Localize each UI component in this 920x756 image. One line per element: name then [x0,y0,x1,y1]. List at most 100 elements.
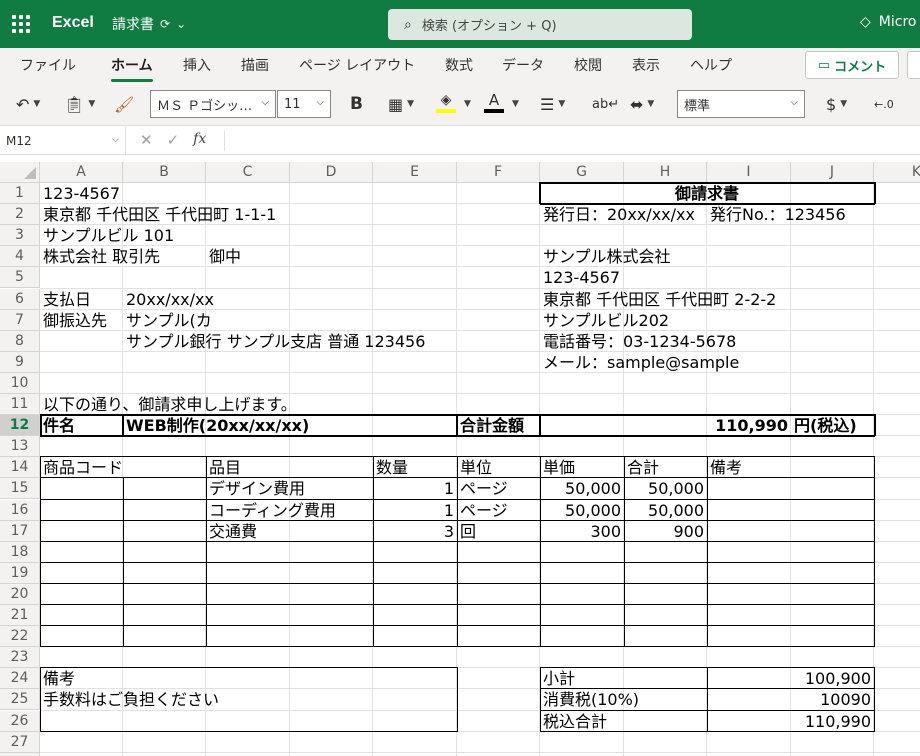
cell-j12[interactable]: 円(税込) [794,416,857,436]
cell-a6[interactable]: 支払日 [43,290,91,310]
merge-button[interactable]: ⬌ ▼ [630,92,654,116]
paste-button[interactable]: 📋︎ ▼ [64,92,95,116]
search-box[interactable]: ⌕ 検索 (オプション + Q) [388,9,692,40]
column-header-a[interactable]: A [40,162,123,183]
number-format-dropdown[interactable]: 標準 ⌵ [677,90,805,118]
cell-a3[interactable]: サンプルビル 101 [43,226,174,246]
comment-button[interactable]: ▭ コメント [805,51,899,79]
tab-4[interactable]: 描画 [241,55,269,75]
column-header-d[interactable]: D [290,162,373,183]
row-header-10[interactable]: 10 [0,372,40,394]
fill-color-button[interactable]: ◈ [436,92,456,116]
cell-g6[interactable]: 東京都 千代田区 千代田町 2-2-2 [543,290,776,310]
document-name[interactable]: 請求書 ⟳ ⌄ [112,14,186,34]
select-all-corner[interactable] [0,162,40,183]
cell-g1[interactable]: 御請求書 [540,184,874,204]
row-header-4[interactable]: 4 [0,246,40,268]
row-header-24[interactable]: 24 [0,668,40,690]
cell-a24[interactable]: 備考 [43,669,75,689]
cell-j25[interactable]: 10090 [671,690,871,710]
row-header-2[interactable]: 2 [0,204,40,226]
row-header-12[interactable]: 12 [0,415,40,437]
cell-a11[interactable]: 以下の通り、御請求申し上げます。 [43,395,297,415]
cell-g2[interactable]: 発行日：20xx/xx/xx [543,205,695,225]
cell-a12[interactable]: 件名 [43,416,75,436]
cell-b8[interactable]: サンプル銀行 サンプル支店 普通 123456 [126,332,425,352]
check-icon[interactable]: ✓ [167,131,180,149]
row-header-8[interactable]: 8 [0,330,40,352]
font-color-button[interactable]: A [484,92,504,116]
share-button[interactable] [907,51,920,79]
tab-2[interactable]: ホーム [111,55,153,82]
cell-g25[interactable]: 消費税(10%) [543,690,639,710]
font-name-dropdown[interactable]: ＭＳ Ｐゴシッ… ⌵ [150,90,276,118]
cancel-icon[interactable]: ✕ [140,131,153,149]
fill-color-dropdown[interactable]: ▼ [460,92,471,116]
row-header-21[interactable]: 21 [0,605,40,627]
column-header-g[interactable]: G [540,162,624,183]
row-header-14[interactable]: 14 [0,457,40,479]
name-box[interactable]: M12 ⌵ [0,127,126,155]
cell-i2[interactable]: 発行No.：123456 [710,205,846,225]
cell-h17[interactable]: 900 [504,522,704,542]
cell-g7[interactable]: サンプルビル202 [543,311,669,331]
tab-3[interactable]: 挿入 [183,55,211,75]
borders-button[interactable]: ▦ ▼ [388,92,414,116]
row-header-25[interactable]: 25 [0,689,40,711]
cell-g8[interactable]: 電話番号：03-1234-5678 [543,332,736,352]
cell-a2[interactable]: 東京都 千代田区 千代田町 1-1-1 [43,205,276,225]
cell-a14[interactable]: 商品コード [43,458,123,478]
cell-h16[interactable]: 50,000 [504,501,704,521]
row-header-16[interactable]: 16 [0,499,40,521]
cell-f14[interactable]: 単位 [460,458,492,478]
column-header-f[interactable]: F [457,162,540,183]
row-header-11[interactable]: 11 [0,394,40,416]
currency-button[interactable]: $ ▼ [826,92,847,116]
cell-f12[interactable]: 合計金額 [460,416,524,436]
cell-g26[interactable]: 税込合計 [543,712,607,732]
cell-h14[interactable]: 合計 [627,458,659,478]
row-header-26[interactable]: 26 [0,710,40,732]
wrap-text-button[interactable]: ab↵ [592,92,619,116]
row-header-17[interactable]: 17 [0,520,40,542]
format-painter-button[interactable]: 🖌︎ [114,92,134,116]
cell-g24[interactable]: 小計 [543,669,575,689]
tab-5[interactable]: ページ レイアウト [299,55,415,75]
row-header-18[interactable]: 18 [0,541,40,563]
row-header-3[interactable]: 3 [0,225,40,247]
align-button[interactable]: ☰ ▼ [540,92,565,116]
app-name[interactable]: Excel [52,14,94,32]
cell-j24[interactable]: 100,900 [671,669,871,689]
cell-a7[interactable]: 御振込先 [43,311,107,331]
cell-h15[interactable]: 50,000 [504,479,704,499]
row-header-7[interactable]: 7 [0,309,40,331]
row-header-9[interactable]: 9 [0,351,40,373]
cell-a1[interactable]: 123-4567 [43,184,120,204]
row-header-23[interactable]: 23 [0,647,40,669]
row-header-6[interactable]: 6 [0,288,40,310]
insert-function-button[interactable]: fx [193,131,206,149]
formula-input[interactable] [224,131,914,151]
cell-a25[interactable]: 手数料はご負担ください [43,690,219,710]
cell-g5[interactable]: 123-4567 [543,268,620,288]
column-header-b[interactable]: B [123,162,206,183]
cell-j26[interactable]: 110,990 [671,712,871,732]
tab-7[interactable]: データ [502,55,544,75]
cell-a4[interactable]: 株式会社 取引先 [43,247,160,267]
cell-c17[interactable]: 交通費 [209,522,257,542]
tab-9[interactable]: 表示 [632,55,660,75]
cell-e14[interactable]: 数量 [376,458,408,478]
cell-g14[interactable]: 単価 [543,458,575,478]
column-header-k[interactable]: K [874,162,920,183]
decrease-decimal-button[interactable]: ←.0 [874,92,894,116]
column-header-h[interactable]: H [624,162,707,183]
tab-10[interactable]: ヘルプ [690,55,732,75]
column-header-c[interactable]: C [206,162,290,183]
cell-i14[interactable]: 備考 [710,458,742,478]
row-header-1[interactable]: 1 [0,183,40,205]
cell-g9[interactable]: メール：sample@sample [543,353,739,373]
account-area[interactable]: ◇ Micro [860,14,916,30]
cell-b12[interactable]: WEB制作(20xx/xx/xx) [126,416,309,436]
font-color-dropdown[interactable]: ▼ [508,92,519,116]
undo-button[interactable]: ↶ ▼ [16,92,40,116]
